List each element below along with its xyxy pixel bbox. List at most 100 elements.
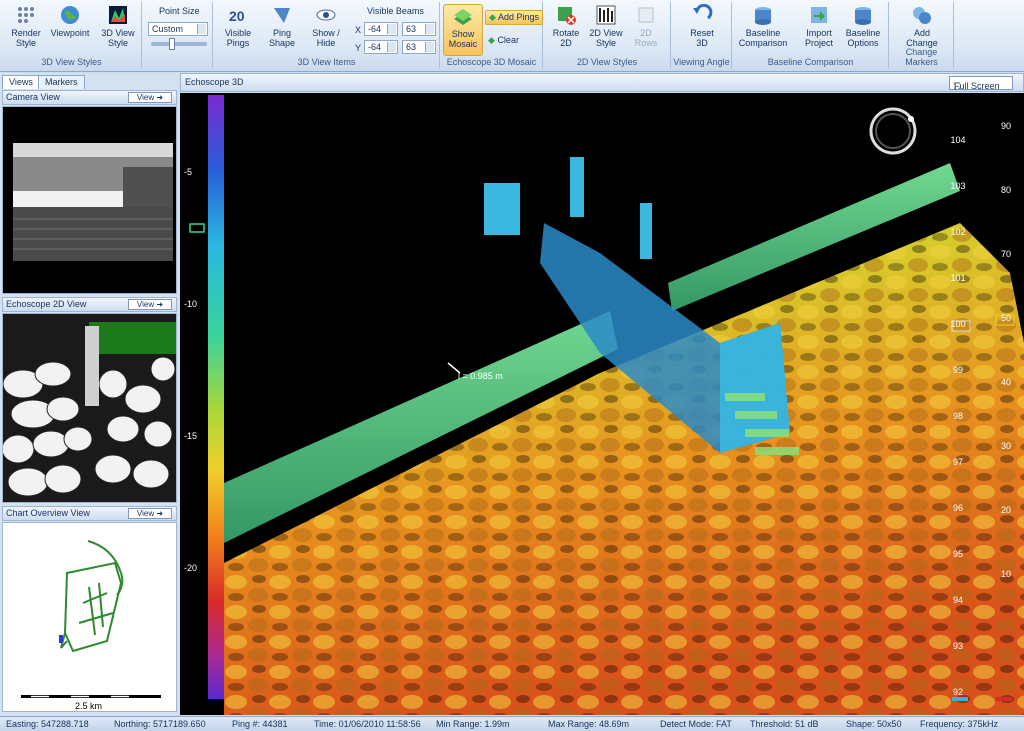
globe-icon	[59, 4, 81, 26]
status-detect-mode: Detect Mode: FAT	[660, 719, 732, 729]
import-project-button[interactable]: Import Project	[799, 4, 839, 56]
view-style-3d-label: 3D View Style	[101, 28, 135, 48]
view-button-label: View	[136, 509, 155, 518]
scale-end-marker-cyan	[952, 697, 968, 701]
y-max-input[interactable]: 63	[402, 40, 436, 54]
point-size-label: Point Size	[159, 6, 200, 16]
status-max-range: Max Range: 48.69m	[548, 719, 630, 729]
group-label-mosaic: Echoscope 3D Mosaic	[446, 57, 537, 67]
tick-label: 30	[1001, 441, 1011, 451]
reset-arrow-icon	[691, 3, 713, 26]
echoscope-3d-viewport[interactable]: l = 0.985 m -5 -10 -15 -20 104 103 102 101 100 9…	[180, 93, 1024, 715]
rows-2d-button[interactable]: 2D Rows	[626, 4, 666, 56]
visible-pings-label: Visible Pings	[224, 28, 252, 48]
group-point-size: Point Size Custom	[143, 2, 213, 68]
group-baseline-comparison: Baseline Comparison Import Project Basel…	[733, 2, 889, 68]
import-project-label: Import Project	[804, 28, 833, 48]
pillar-3	[640, 203, 652, 259]
camera-view-title: Camera View	[6, 92, 60, 102]
baseline-options-button[interactable]: Baseline Options	[843, 4, 883, 56]
pillar-2	[570, 157, 584, 217]
viewpoint-button[interactable]: Viewpoint	[50, 4, 90, 56]
add-change-icon	[911, 4, 933, 26]
mosaic-icon	[452, 5, 474, 27]
baseline-options-label: Baseline Options	[845, 28, 881, 48]
tick-label: 99	[953, 365, 963, 375]
view-button-label: View	[136, 300, 155, 309]
baseline-comparison-label: Baseline Comparison	[738, 28, 788, 48]
echoscope-3d-panel: Echoscope 3D ⛶ Full Screen l = 0.985 m -…	[180, 73, 1024, 715]
pings-icon: 20	[227, 4, 249, 26]
rotate-2d-button[interactable]: Rotate 2D	[546, 4, 586, 56]
clear-icon: ◆	[488, 35, 495, 45]
tick-label: 10	[1001, 569, 1011, 579]
tick-label: 96	[953, 503, 963, 513]
arrow-right-icon: ➜	[156, 93, 164, 102]
tick-label: 40	[1001, 377, 1011, 387]
chart-overview-header: Chart Overview View View ➜	[2, 506, 177, 521]
chart-overview-title: Chart Overview View	[6, 508, 90, 518]
tick-label: 92	[953, 687, 963, 697]
x-min-input[interactable]: -64	[364, 22, 398, 36]
camera-view-image	[2, 106, 177, 294]
tab-views[interactable]: Views	[2, 75, 40, 89]
measurement-label: l = 0.985 m	[458, 371, 503, 381]
show-hide-button[interactable]: Show / Hide	[306, 4, 346, 56]
add-pings-icon: ◆	[489, 12, 496, 22]
echoscope-3d-title: Echoscope 3D	[185, 77, 244, 87]
status-shape: Shape: 50x50	[846, 719, 902, 729]
reset-3d-button[interactable]: Reset 3D	[682, 3, 722, 56]
tick-label: 100	[950, 319, 965, 329]
echoscope-2d-view-header: Echoscope 2D View View ➜	[2, 297, 177, 312]
point-size-slider[interactable]	[151, 38, 207, 50]
baseline-comparison-icon	[752, 4, 774, 26]
status-ping: Ping #: 44381	[232, 719, 288, 729]
depth-color-bar	[208, 95, 224, 699]
status-time: Time: 01/06/2010 11:58:56	[314, 719, 421, 729]
x-max-input[interactable]: 63	[402, 22, 436, 36]
tick-label: 104	[950, 135, 965, 145]
visible-pings-button[interactable]: 20 Visible Pings	[218, 4, 258, 56]
group-3d-view-items: 20 Visible Pings Ping Shape Show / Hide V…	[214, 2, 440, 68]
show-mosaic-label: Show Mosaic	[448, 29, 478, 49]
y-label: Y	[355, 43, 362, 53]
add-pings-button[interactable]: ◆ Add Pings	[485, 10, 543, 25]
import-project-icon	[808, 4, 830, 26]
render-style-button[interactable]: Render Style	[6, 4, 46, 56]
group-label-baseline: Baseline Comparison	[767, 57, 854, 67]
point-size-select[interactable]: Custom	[148, 22, 208, 36]
eye-icon	[315, 4, 337, 26]
clear-label: Clear	[497, 35, 519, 45]
add-pings-label: Add Pings	[497, 12, 539, 22]
chart-overview-map[interactable]: 2.5 km	[2, 522, 177, 712]
baseline-comparison-button[interactable]: Baseline Comparison	[735, 4, 791, 56]
chart-overview-button[interactable]: View ➜	[128, 508, 172, 519]
y-min-input[interactable]: -64	[364, 40, 398, 54]
render-style-label: Render Style	[11, 28, 41, 48]
full-screen-button[interactable]: ⛶ Full Screen	[949, 76, 1013, 91]
ping-shape-button[interactable]: Ping Shape	[262, 4, 302, 56]
camera-view-button[interactable]: View ➜	[128, 92, 172, 103]
group-2d-view-styles: Rotate 2D 2D View Style 2D Rows 2D View …	[544, 2, 671, 68]
echoscope-3d-header: Echoscope 3D ⛶ Full Screen	[180, 73, 1024, 92]
tick-label: 20	[1001, 505, 1011, 515]
clear-button[interactable]: ◆ Clear	[488, 35, 519, 46]
echoscope-2d-view-button[interactable]: View ➜	[128, 299, 172, 310]
add-change-label: Add Change	[906, 28, 938, 48]
tick-label: 98	[953, 411, 963, 421]
tab-markers[interactable]: Markers	[38, 75, 85, 89]
tick-label: -5	[184, 167, 192, 177]
view-style-2d-button[interactable]: 2D View Style	[586, 4, 626, 56]
ribbon-toolbar: Render Style Viewpoint 3D View Style 3D …	[0, 0, 1024, 72]
group-label-change-markers: Change Markers	[905, 47, 938, 67]
status-frequency: Frequency: 375kHz	[920, 719, 999, 729]
tick-label: 90	[1001, 121, 1011, 131]
status-northing: Northing: 5717189.650	[114, 719, 206, 729]
group-label-3d-view-items: 3D View Items	[297, 57, 356, 67]
svg-text:20: 20	[229, 8, 245, 24]
show-mosaic-button[interactable]: Show Mosaic	[443, 4, 483, 56]
status-threshold: Threshold: 51 dB	[750, 719, 819, 729]
view-style-2d-icon	[595, 4, 617, 26]
view-style-3d-button[interactable]: 3D View Style	[98, 4, 138, 56]
slider-thumb[interactable]	[169, 38, 175, 50]
